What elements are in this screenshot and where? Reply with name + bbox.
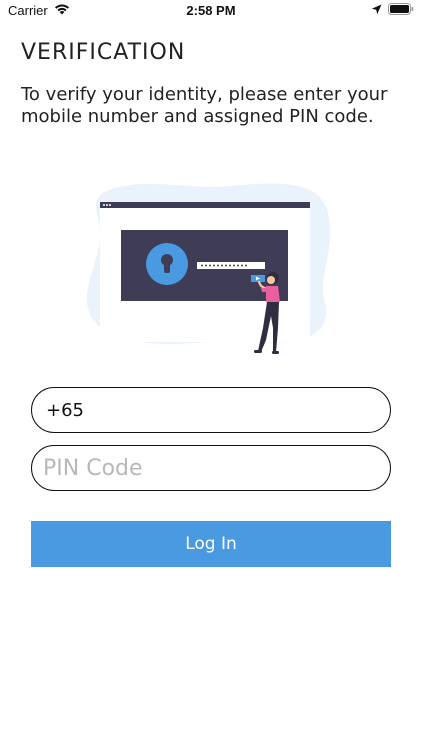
status-right [371, 3, 414, 18]
location-arrow-icon [371, 3, 382, 18]
battery-icon [388, 3, 414, 18]
pin-code-input[interactable] [41, 454, 390, 482]
page-title: VERIFICATION [21, 40, 186, 65]
verification-illustration [80, 178, 345, 360]
pin-code-field[interactable] [31, 445, 391, 491]
phone-number-field[interactable] [31, 387, 391, 433]
status-time: 2:58 PM [186, 3, 236, 18]
phone-number-input[interactable] [44, 398, 390, 422]
status-bar: Carrier 2:58 PM [0, 0, 422, 22]
page-subtitle: To verify your identity, please enter yo… [21, 84, 388, 127]
login-button[interactable]: Log In [31, 521, 391, 567]
